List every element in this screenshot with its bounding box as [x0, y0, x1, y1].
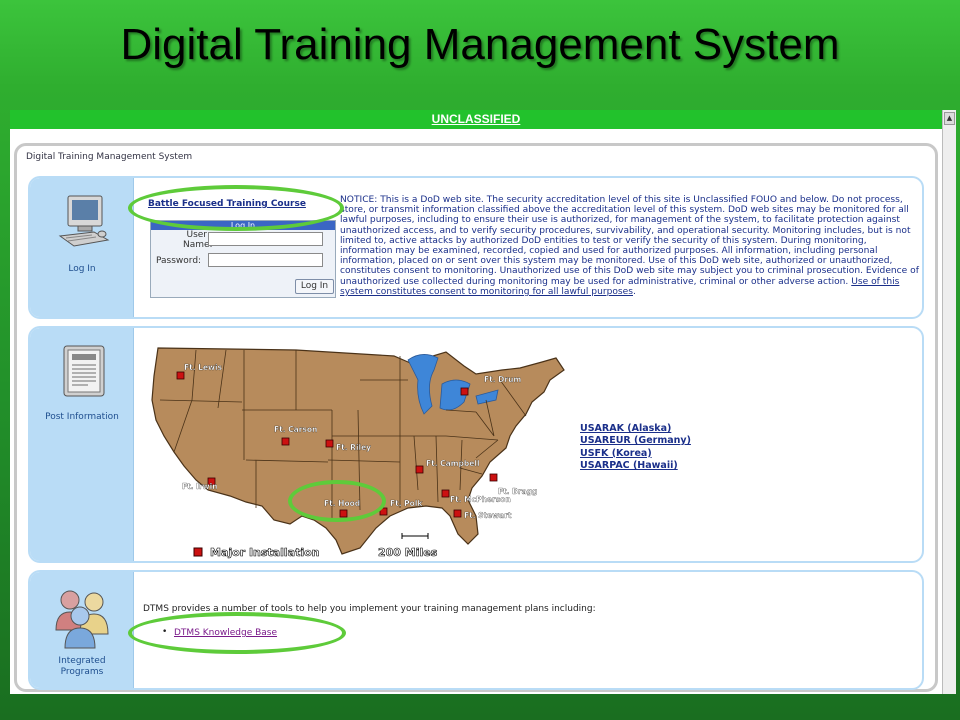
password-field[interactable] [208, 253, 323, 267]
username-field[interactable] [208, 232, 323, 246]
computer-icon [58, 195, 110, 247]
label-ft-polk: Ft. Polk [390, 499, 423, 508]
link-usareur[interactable]: USAREUR (Germany) [580, 435, 691, 447]
legend-major-installation: Major Installation [210, 546, 319, 559]
browser-window: UNCLASSIFIED Digital Training Management… [10, 110, 942, 694]
marker-ft-mcpherson [441, 489, 450, 498]
label-ft-mcpherson: Ft. McPherson [450, 495, 511, 504]
marker-ft-riley [325, 439, 334, 448]
marker-ft-carson [281, 437, 290, 446]
label-ft-stewart: Ft. Stewart [464, 511, 512, 520]
vertical-scrollbar[interactable]: ▲ [942, 110, 956, 694]
login-button[interactable]: Log In [295, 279, 334, 294]
programs-sidebar: Integrated Programs [30, 572, 134, 688]
marker-ft-lewis [176, 371, 185, 380]
legend-marker [193, 547, 203, 557]
legend-scale: 200 Miles [378, 546, 438, 559]
label-ft-riley: Ft. Riley [336, 443, 371, 452]
scale-bar [401, 533, 429, 539]
login-side-label: Log In [68, 264, 96, 274]
battle-focused-training-course-link[interactable]: Battle Focused Training Course [148, 199, 306, 209]
dtms-knowledge-base-link[interactable]: DTMS Knowledge Base [174, 628, 277, 638]
link-usfk[interactable]: USFK (Korea) [580, 448, 691, 460]
login-form: Log In User Name: Password: Log In [150, 220, 336, 298]
label-ft-irwin: Ft. Irwin [182, 482, 218, 491]
people-icon [55, 590, 109, 649]
scroll-up-icon[interactable]: ▲ [944, 112, 955, 125]
overseas-links: USARAK (Alaska) USAREUR (Germany) USFK (… [580, 423, 691, 472]
dtms-intro-text: DTMS provides a number of tools to help … [143, 604, 596, 614]
label-ft-hood: Ft. Hood [324, 499, 360, 508]
label-ft-drum: Ft. Drum [484, 375, 521, 384]
link-usarak[interactable]: USARAK (Alaska) [580, 423, 691, 435]
classification-banner: UNCLASSIFIED [10, 110, 942, 129]
login-sidebar: Log In [30, 178, 134, 317]
newspaper-icon [63, 345, 105, 397]
password-label: Password: [156, 256, 202, 266]
frame-title: Digital Training Management System [26, 152, 193, 162]
consent-period: . [633, 286, 636, 297]
marker-ft-polk [379, 507, 388, 516]
label-ft-lewis: Ft. Lewis [184, 363, 223, 372]
label-ft-carson: Ft. Carson [274, 425, 317, 434]
programs-side-label: Integrated Programs [58, 656, 106, 677]
login-form-header: Log In [151, 221, 335, 230]
notice-text: NOTICE: This is a DoD web site. The secu… [340, 195, 919, 287]
kb-bullet: • [162, 627, 168, 637]
link-usarpac[interactable]: USARPAC (Hawaii) [580, 460, 691, 472]
dod-notice: NOTICE: This is a DoD web site. The secu… [340, 195, 920, 297]
marker-ft-hood [339, 509, 348, 518]
post-side-label: Post Information [45, 412, 119, 422]
us-map: Ft. Lewis Ft. Drum Ft. Carson Ft. Riley … [151, 347, 565, 559]
marker-ft-drum [460, 387, 469, 396]
marker-ft-stewart [453, 509, 462, 518]
label-ft-campbell: Ft. Campbell [426, 459, 480, 468]
marker-ft-bragg [489, 473, 498, 482]
username-label: User Name: [183, 230, 213, 250]
marker-ft-campbell [415, 465, 424, 474]
slide-title: Digital Training Management System [120, 20, 840, 69]
slide-footer [0, 694, 960, 720]
post-sidebar: Post Information [30, 328, 134, 561]
